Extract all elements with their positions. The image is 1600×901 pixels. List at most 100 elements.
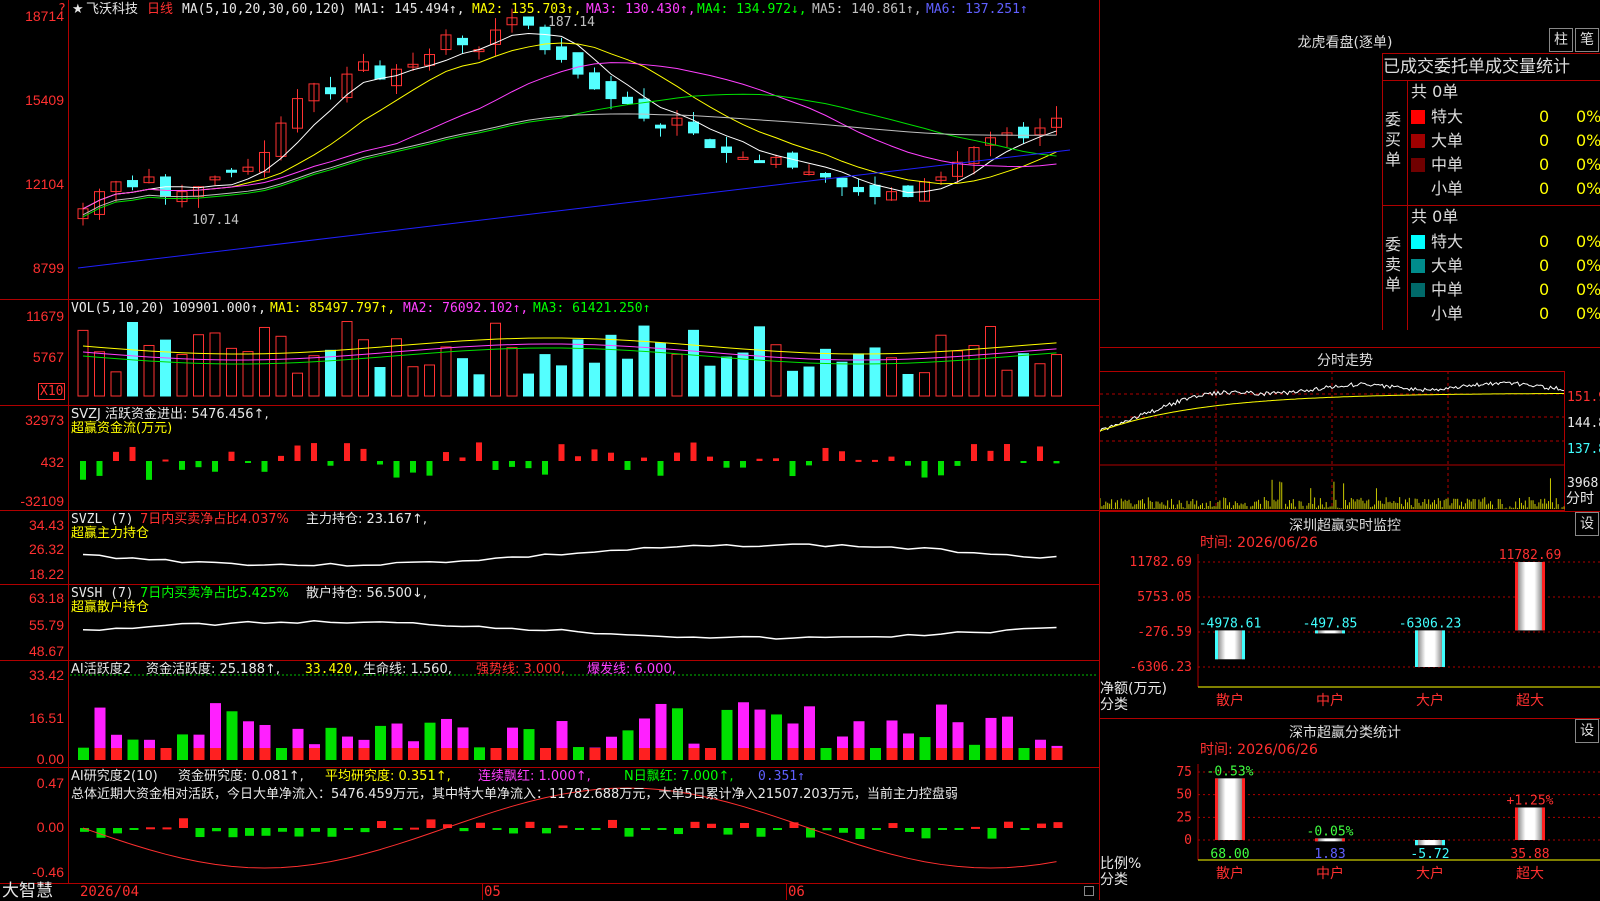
volume-bar [721, 356, 732, 397]
bar-mode-button[interactable]: 柱 [1549, 28, 1573, 52]
star-icon[interactable]: ★ [72, 2, 84, 17]
row-pct: 0% [1576, 256, 1600, 275]
category-label: 超大 [1516, 693, 1544, 709]
svsh-label: SVSH (7) [71, 586, 134, 601]
research-bar [888, 823, 898, 828]
ma-params: MA(5,10,20,30,60,120) [182, 2, 347, 17]
row-count: 0 [1539, 155, 1550, 174]
sz-monitor-settings-button[interactable]: 设 [1575, 512, 1599, 536]
brand-logo[interactable]: 大智慧 [2, 882, 53, 900]
right-panel: 龙虎看盘(逐单) 柱 笔 已成交委托单成交量统计 委买单 委卖单 共 0单 特大… [1100, 0, 1600, 900]
high-price-mark: 187.14 [548, 15, 595, 30]
intraday-vol-label: 分时 [1566, 491, 1594, 507]
intraday-chart[interactable] [1100, 371, 1565, 509]
research-bar [591, 828, 601, 830]
intraday-axis-label: 137.8 [1567, 442, 1600, 457]
activity-base [969, 748, 980, 760]
research-bar [542, 828, 551, 834]
sz-class-settings-button[interactable]: 设 [1575, 719, 1599, 743]
activity-base [573, 748, 584, 760]
research-bar [261, 828, 271, 836]
intraday-title: 分时走势 [1317, 353, 1373, 369]
svzl-axis-label: 26.32 [28, 541, 64, 557]
flow-bar [756, 458, 763, 461]
axis-tick-label: -6306.23 [1129, 660, 1192, 675]
indicator-charts[interactable] [0, 0, 1100, 900]
longhu-row: 中单 0 0% [1411, 153, 1600, 177]
flow-bar [558, 444, 565, 461]
tick-mode-button[interactable]: 笔 [1575, 28, 1599, 52]
vol-ma1: MA1: 85497.797↑, [270, 301, 396, 316]
bar-value-label: 11782.69 [1499, 548, 1562, 563]
research-bar [773, 828, 782, 830]
ai-research-axis-label: 0.47 [36, 775, 64, 791]
vol-unit-badge[interactable]: X10 [38, 383, 66, 400]
flow-bar [113, 451, 119, 461]
research-bar [855, 828, 865, 839]
sz-class-chart[interactable]: 75 50 25 0 -0.53% 68.00 散户 -0.05% 1.83 中户 -5.72 大户 +… [1100, 756, 1600, 900]
flow-bar [377, 461, 383, 465]
activity-base [342, 748, 353, 760]
svzl-axis-label: 34.43 [28, 517, 64, 533]
date-axis-may: 05 [484, 884, 501, 900]
flow-bar [839, 451, 845, 461]
ma2-line [82, 42, 1057, 210]
research-bar [377, 821, 386, 828]
research-bar [393, 828, 403, 830]
main-chart-area[interactable]: ? ★ 飞沃科技 日线 MA(5,10,20,30,60,120) MA1: 1… [0, 0, 1100, 900]
candle-body [539, 26, 551, 51]
lock-icon[interactable] [1084, 886, 1094, 896]
stock-name[interactable]: 飞沃科技 [86, 2, 138, 17]
main-hold-line [82, 543, 1057, 567]
sz-monitor-chart[interactable]: 11782.69 5753.05 -276.59 -6306.23 -4978.61 散户… [1100, 548, 1600, 718]
activity-base [672, 748, 683, 760]
volume-bar [770, 344, 782, 397]
ai-research-label: AI研究度2(10) [71, 769, 158, 784]
row-pct: 0% [1576, 107, 1600, 126]
research-bar [938, 828, 947, 830]
activity-base [1051, 748, 1063, 760]
research-bar [987, 828, 997, 839]
flow-bar [476, 442, 482, 461]
longhu-row: 大单 0 0% [1411, 254, 1600, 278]
flow-bar [921, 461, 928, 478]
candle-body [523, 16, 534, 26]
svzl-ratio: 7日内买卖净占比4.037% [140, 512, 289, 527]
svsh-ratio: 7日内买卖净占比5.425% [140, 586, 289, 601]
flow-bar [855, 459, 862, 462]
research-bar [723, 828, 733, 835]
flow-bar [575, 456, 581, 461]
row-count: 0 [1539, 280, 1550, 299]
research-bar [426, 819, 436, 828]
svzj-axis-label: 32973 [25, 412, 64, 428]
ai-research-axis-label: -0.46 [32, 864, 64, 880]
activity-base [490, 748, 502, 760]
sz-class-ylabel: 比例% [1100, 856, 1142, 872]
svzl-subtitle: 超赢主力持仓 [71, 526, 150, 541]
activity-base [870, 748, 881, 760]
bar-value-label: -4978.61 [1199, 616, 1262, 631]
row-count: 0 [1539, 131, 1550, 150]
candle-body [721, 146, 732, 153]
row-count: 0 [1539, 179, 1550, 198]
volume-bar [985, 325, 996, 397]
flow-bar [245, 461, 251, 463]
longhu-tab-header[interactable]: 已成交委托单成交量统计 [1382, 53, 1600, 81]
vol-ma3-line [82, 347, 1057, 365]
period-label[interactable]: 日线 [147, 2, 173, 17]
research-bar [459, 828, 469, 832]
color-swatch [1411, 235, 1425, 249]
activity-base [309, 748, 320, 760]
flow-bar [278, 455, 284, 461]
bar-value-label: 35.88 [1510, 847, 1549, 862]
candle-body [622, 96, 633, 104]
flow-bar [905, 461, 911, 466]
sz-class-xlabel: 分类 [1100, 872, 1128, 888]
volume-bar [490, 322, 501, 397]
activity-base [622, 748, 634, 760]
volume-bar [424, 364, 435, 397]
flow-bar [707, 456, 713, 461]
flow-bar [261, 461, 268, 472]
activity-base [771, 748, 782, 760]
volume-bar [704, 365, 716, 397]
